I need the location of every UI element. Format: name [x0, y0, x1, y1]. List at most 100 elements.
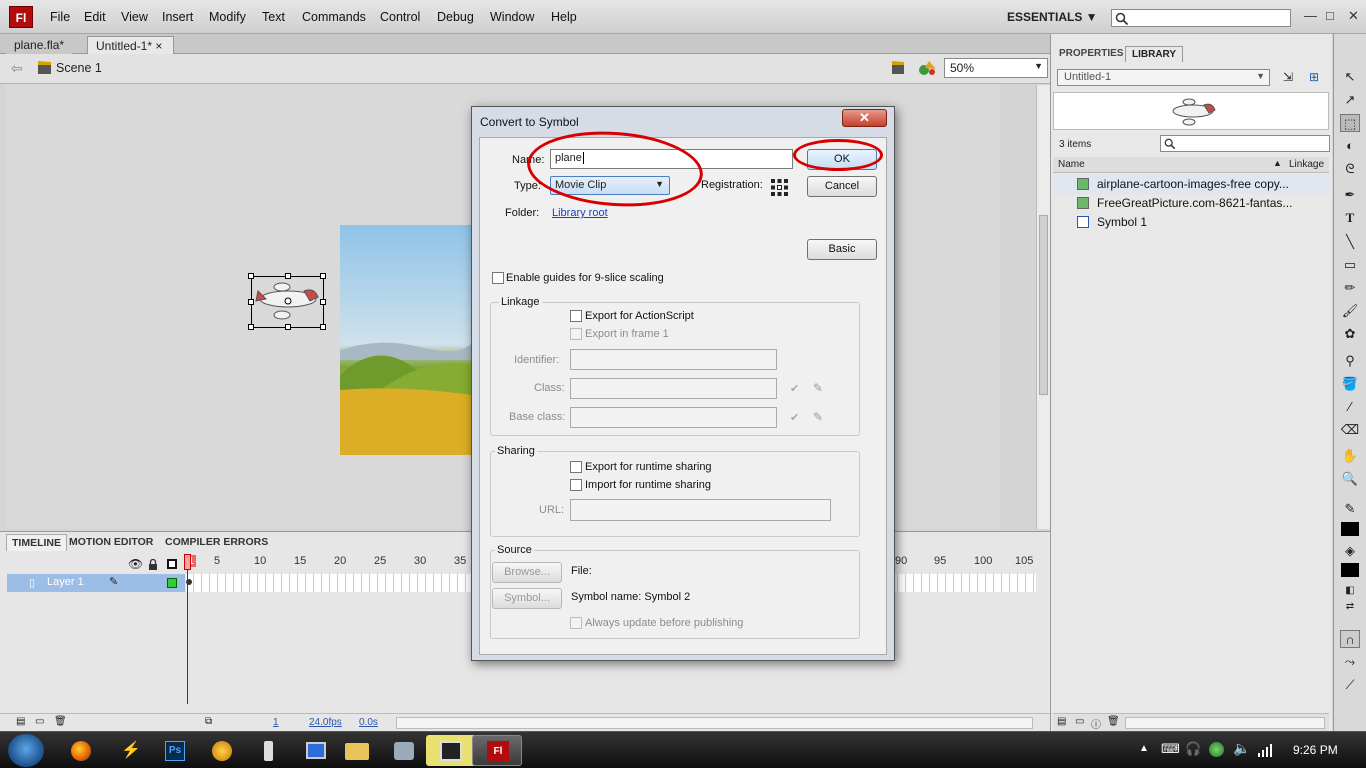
hand-tool-icon[interactable]: ✋: [1340, 447, 1360, 465]
layer-color-swatch[interactable]: [167, 578, 177, 588]
layer-name[interactable]: Layer 1: [47, 576, 84, 588]
taskbar-app[interactable]: [244, 735, 294, 766]
library-search-input[interactable]: [1160, 135, 1330, 152]
onion-skin-icon[interactable]: ⧉: [205, 716, 212, 727]
menu-debug[interactable]: Debug: [437, 10, 474, 24]
export-frame1-checkbox[interactable]: [570, 328, 582, 340]
registration-grid-icon[interactable]: [770, 178, 789, 197]
column-linkage[interactable]: Linkage: [1289, 159, 1324, 170]
deco-tool-icon[interactable]: ✿: [1340, 325, 1360, 343]
list-item[interactable]: FreeGreatPicture.com-8621-fantas...: [1053, 194, 1329, 213]
current-frame-value[interactable]: 1: [273, 717, 279, 728]
show-hidden-icons[interactable]: ▲: [1139, 743, 1149, 754]
taskbar-app[interactable]: ⚡: [103, 735, 153, 766]
list-item[interactable]: Symbol 1: [1053, 213, 1329, 232]
text-tool-icon[interactable]: T: [1340, 209, 1360, 227]
free-transform-tool-icon[interactable]: ⬚: [1340, 114, 1360, 132]
class-input[interactable]: [570, 378, 777, 399]
transform-handle[interactable]: [320, 273, 326, 279]
rectangle-tool-icon[interactable]: ▭: [1340, 256, 1360, 274]
lasso-tool-icon[interactable]: ᘓ: [1340, 160, 1360, 178]
bone-tool-icon[interactable]: ⚲: [1340, 352, 1360, 370]
menu-edit[interactable]: Edit: [84, 10, 106, 24]
maximize-button[interactable]: □: [1326, 8, 1334, 23]
taskbar-explorer[interactable]: [332, 735, 382, 766]
transform-handle[interactable]: [285, 273, 291, 279]
dialog-close-button[interactable]: ✕: [842, 109, 887, 127]
menu-commands[interactable]: Commands: [302, 10, 366, 24]
list-item[interactable]: airplane-cartoon-images-free copy...: [1053, 175, 1329, 194]
stage-background-image[interactable]: [340, 225, 472, 455]
back-arrow-icon[interactable]: ⇦: [11, 60, 23, 77]
smooth-icon[interactable]: ⤳: [1340, 653, 1360, 671]
edit-base-class-pencil-icon[interactable]: ✎: [813, 410, 823, 424]
edit-scene-icon[interactable]: [891, 60, 909, 76]
line-tool-icon[interactable]: ╲: [1340, 233, 1360, 251]
playhead[interactable]: [184, 554, 191, 704]
folder-link[interactable]: Library root: [552, 207, 608, 219]
transform-handle[interactable]: [320, 299, 326, 305]
cancel-button[interactable]: Cancel: [807, 176, 877, 197]
transform-handle[interactable]: [285, 324, 291, 330]
menu-view[interactable]: View: [121, 10, 148, 24]
layer-row[interactable]: ▯ Layer 1 ✎: [7, 574, 185, 592]
selection-tool-icon[interactable]: ↖: [1340, 68, 1360, 86]
export-runtime-checkbox[interactable]: [570, 461, 582, 473]
always-update-checkbox[interactable]: [570, 617, 582, 629]
network-device-icon[interactable]: ⌨: [1161, 741, 1180, 757]
fps-value[interactable]: 24.0fps: [309, 717, 342, 728]
new-layer-icon[interactable]: ▤: [16, 716, 25, 727]
scrollbar-thumb[interactable]: [1039, 215, 1048, 395]
check-base-class-icon[interactable]: ✔: [790, 411, 799, 424]
start-button[interactable]: [8, 734, 44, 767]
transform-handle[interactable]: [248, 324, 254, 330]
straighten-icon[interactable]: ⟋: [1340, 676, 1360, 694]
tab-properties[interactable]: PROPERTIES: [1053, 46, 1129, 61]
edit-symbols-icon[interactable]: [917, 59, 939, 77]
stage-vertical-scrollbar[interactable]: [1036, 85, 1050, 529]
stroke-color-swatch[interactable]: [1341, 522, 1359, 536]
transform-handle[interactable]: [248, 273, 254, 279]
properties-icon[interactable]: ⓘ: [1091, 716, 1101, 731]
symbol-button[interactable]: Symbol...: [492, 588, 562, 609]
brush-tool-icon[interactable]: 🖌: [1340, 302, 1360, 320]
volume-icon[interactable]: 🔈: [1233, 740, 1250, 757]
tab-motion-editor[interactable]: MOTION EDITOR: [64, 534, 158, 550]
fill-color-icon[interactable]: ◈: [1340, 542, 1360, 560]
tab-plane-fla[interactable]: plane.fla*: [6, 36, 73, 54]
taskbar-app[interactable]: [379, 735, 429, 766]
eyedropper-tool-icon[interactable]: ⁄: [1340, 398, 1360, 416]
eraser-tool-icon[interactable]: ⌫: [1340, 421, 1360, 439]
menu-window[interactable]: Window: [490, 10, 534, 24]
headset-icon[interactable]: 🎧: [1185, 741, 1201, 757]
pen-tool-icon[interactable]: ✒: [1340, 186, 1360, 204]
fill-color-swatch[interactable]: [1341, 563, 1359, 577]
import-runtime-checkbox[interactable]: [570, 479, 582, 491]
tab-compiler-errors[interactable]: COMPILER ERRORS: [160, 534, 273, 550]
menu-file[interactable]: File: [50, 10, 70, 24]
selected-plane-symbol[interactable]: [248, 273, 326, 330]
taskbar-flash[interactable]: Fl: [472, 735, 522, 766]
paint-bucket-tool-icon[interactable]: 🪣: [1340, 375, 1360, 393]
zoom-tool-icon[interactable]: 🔍: [1340, 470, 1360, 488]
close-button[interactable]: ✕: [1348, 8, 1359, 24]
timeline-horizontal-scrollbar[interactable]: [396, 717, 1033, 729]
pencil-tool-icon[interactable]: ✏: [1340, 279, 1360, 297]
menu-modify[interactable]: Modify: [209, 10, 246, 24]
tab-close-icon[interactable]: ×: [155, 39, 162, 53]
3d-rotation-tool-icon[interactable]: ◐: [1340, 137, 1360, 155]
clock[interactable]: 9:26 PM: [1293, 743, 1338, 757]
menu-text[interactable]: Text: [262, 10, 285, 24]
edit-class-pencil-icon[interactable]: ✎: [813, 381, 823, 395]
library-horizontal-scrollbar[interactable]: [1125, 717, 1325, 729]
nine-slice-checkbox[interactable]: [492, 272, 504, 284]
new-folder-icon[interactable]: ▭: [1075, 716, 1084, 727]
browse-button[interactable]: Browse...: [492, 562, 562, 583]
menu-control[interactable]: Control: [380, 10, 420, 24]
signal-icon[interactable]: [1257, 743, 1273, 757]
swap-colors-icon[interactable]: ⇄: [1340, 598, 1360, 616]
zoom-select[interactable]: 50% ▼: [944, 58, 1048, 78]
export-actionscript-checkbox[interactable]: [570, 310, 582, 322]
transform-handle[interactable]: [248, 299, 254, 305]
taskbar-photoshop[interactable]: Ps: [150, 735, 200, 766]
